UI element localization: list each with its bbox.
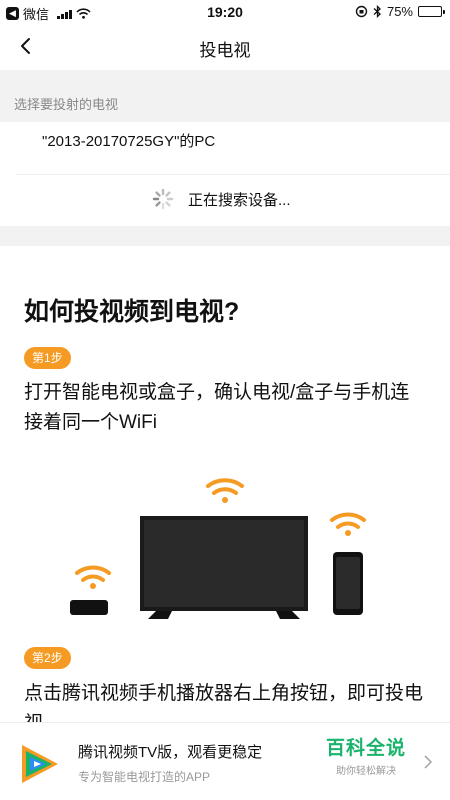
watermark-brand: 百科全说: [326, 738, 407, 759]
promo-title: 腾讯视频TV版，观看更稳定: [78, 744, 263, 761]
searching-text: 正在搜索设备...: [188, 191, 291, 209]
wifi-signal-icon: [75, 565, 111, 589]
tv-connection-illustration: [70, 478, 366, 619]
watermark-tagline: 助你轻松解决: [336, 766, 396, 777]
select-tv-label: 选择要投射的电视: [14, 97, 119, 112]
watermark: 百科全说 助你轻松解决: [326, 733, 406, 777]
divider: [16, 174, 450, 175]
step-1-text: 打开智能电视或盒子，确认电视/盒子与手机连接着同一个WiFi: [24, 382, 410, 433]
section-gap: [0, 226, 450, 246]
wifi-signal-icon: [330, 512, 366, 536]
device-item[interactable]: "2013-20170725GY"的PC: [42, 130, 215, 151]
orientation-lock-icon: [355, 5, 368, 18]
bluetooth-icon: [373, 5, 381, 18]
battery-icon: [418, 6, 445, 17]
guide-title: 如何投视频到电视?: [24, 298, 240, 326]
tencent-video-logo-icon: [22, 745, 58, 783]
promo-subtitle: 专为智能电视打造的APP: [78, 770, 211, 784]
tv-app-promo[interactable]: 腾讯视频TV版，观看更稳定 专为智能电视打造的APP 百科全说 助你轻松解决: [0, 722, 450, 800]
nav-bar: 投电视: [0, 24, 450, 70]
set-top-box-icon: [70, 600, 108, 615]
status-right: 75%: [355, 4, 445, 19]
tv-icon: [140, 516, 308, 619]
loading-spinner-icon: [152, 188, 174, 210]
step-1-badge: 第1步: [24, 347, 71, 369]
searching-status: 正在搜索设备...: [152, 188, 291, 210]
wifi-signal-icon: [206, 478, 244, 503]
phone-icon: [333, 552, 363, 615]
status-bar: ◀ 微信 19:20 75%: [0, 0, 450, 24]
chevron-right-icon[interactable]: [422, 754, 434, 770]
select-tv-header: 选择要投射的电视: [0, 70, 450, 122]
battery-percent: 75%: [386, 4, 413, 19]
step-2-badge: 第2步: [24, 647, 71, 669]
page-title: 投电视: [199, 41, 251, 60]
